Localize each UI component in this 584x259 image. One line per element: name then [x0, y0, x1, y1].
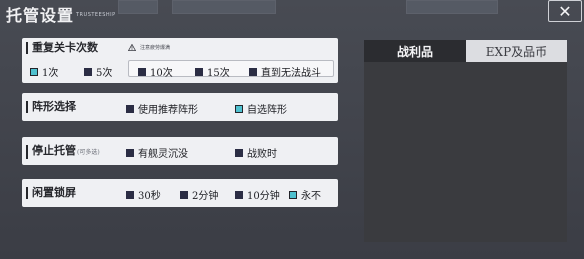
rewards-panel: 战利品 EXP及品币: [364, 40, 567, 242]
warning-icon: [128, 44, 136, 51]
repeat-option-10[interactable]: 10次: [138, 64, 173, 79]
repeat-count-label: 重复关卡次数: [26, 42, 98, 54]
checkbox: [235, 148, 243, 157]
option-label: 15次: [207, 68, 230, 79]
checkbox-checked: [30, 67, 38, 76]
formation-label: 阵形选择: [26, 101, 76, 113]
repeat-count-card: 重复关卡次数 注意疲劳爆满 1次 5次 10次 15次 直到无法战斗: [22, 38, 338, 83]
option-label: 自选阵形: [247, 105, 287, 116]
option-label: 30秒: [138, 191, 161, 202]
stop-option-defeat[interactable]: 战败时: [235, 145, 277, 160]
tab-exp-coins[interactable]: EXP及品币: [466, 40, 567, 62]
background-ghost-button: [118, 0, 158, 14]
option-label: 永不: [301, 191, 321, 202]
option-label: 直到无法战斗: [261, 68, 321, 79]
option-label: 1次: [42, 68, 59, 79]
option-label: 战败时: [247, 149, 277, 160]
idle-option-30s[interactable]: 30秒: [126, 187, 161, 202]
idle-option-never[interactable]: 永不: [289, 187, 321, 202]
repeat-option-1[interactable]: 1次: [30, 64, 58, 79]
option-label: 5次: [96, 68, 113, 79]
dialog-subtitle: TRUSTEESHIP: [76, 12, 116, 18]
repeat-option-5[interactable]: 5次: [84, 64, 112, 79]
formation-option-custom[interactable]: 自选阵形: [235, 101, 287, 116]
rewards-list: [364, 62, 567, 242]
trusteeship-dialog: 托管设置 TRUSTEESHIP ✕ 重复关卡次数 注意疲劳爆满 1次 5次 1…: [0, 0, 584, 259]
checkbox: [126, 148, 134, 157]
stop-hint: (可多选): [77, 149, 100, 156]
checkbox: [126, 104, 134, 113]
formation-option-recommended[interactable]: 使用推荐阵形: [126, 101, 198, 116]
option-label: 使用推荐阵形: [138, 105, 198, 116]
background-ghost-field: [406, 0, 498, 14]
checkbox: [180, 190, 188, 199]
dialog-title: 托管设置: [6, 6, 75, 25]
option-label: 10次: [150, 68, 173, 79]
option-label: 2分钟: [192, 191, 219, 202]
option-label: 有舰灵沉没: [138, 149, 188, 160]
idle-lock-label: 闲置锁屏: [26, 187, 76, 199]
idle-option-10min[interactable]: 10分钟: [235, 187, 280, 202]
idle-option-2min[interactable]: 2分钟: [180, 187, 218, 202]
stop-label: 停止托管(可多选): [26, 145, 100, 159]
checkbox: [138, 67, 146, 76]
checkbox-checked: [235, 104, 243, 113]
repeat-option-15[interactable]: 15次: [195, 64, 230, 79]
background-ghost-field: [172, 0, 276, 14]
close-button[interactable]: ✕: [548, 0, 582, 22]
settings-panel: 重复关卡次数 注意疲劳爆满 1次 5次 10次 15次 直到无法战斗 阵形选择 …: [22, 38, 338, 212]
checkbox: [249, 67, 257, 76]
close-x-icon: ✕: [558, 1, 572, 21]
checkbox: [195, 67, 203, 76]
repeat-option-until-defeat[interactable]: 直到无法战斗: [249, 64, 321, 79]
checkbox: [84, 67, 92, 76]
warning-text: 注意疲劳爆满: [140, 45, 171, 51]
checkbox: [235, 190, 243, 199]
stop-option-ship-sunk[interactable]: 有舰灵沉没: [126, 145, 188, 160]
idle-lock-card: 闲置锁屏 30秒 2分钟 10分钟 永不: [22, 179, 338, 207]
stop-card: 停止托管(可多选) 有舰灵沉没 战败时: [22, 137, 338, 165]
option-label: 10分钟: [247, 191, 280, 202]
stop-label-text: 停止托管: [32, 144, 76, 157]
formation-card: 阵形选择 使用推荐阵形 自选阵形: [22, 93, 338, 121]
checkbox: [126, 190, 134, 199]
tab-loot[interactable]: 战利品: [364, 40, 466, 62]
repeat-warning: 注意疲劳爆满: [128, 44, 170, 51]
checkbox-checked: [289, 190, 297, 199]
